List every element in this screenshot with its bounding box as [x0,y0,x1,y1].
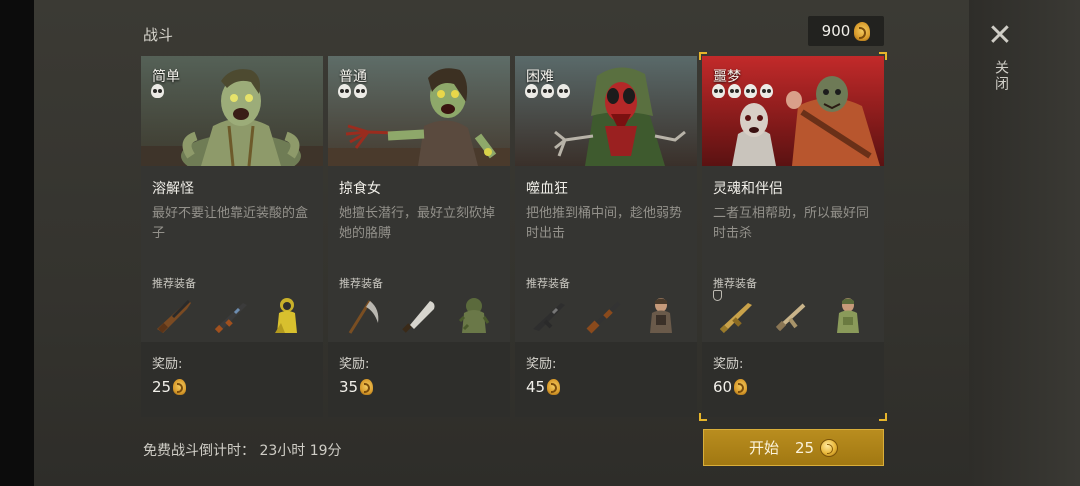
enemy-card-easy[interactable]: 简单 溶解怪 最好不要让他靠近装酸的盒子 推荐装备 奖励: 25 [141,56,323,417]
gold-rifle-icon [710,292,762,338]
skull-icon [338,84,351,98]
reward-amount: 35 [339,378,359,396]
reward-label: 奖励: [152,357,183,372]
enemy-description: 最好不要让他靠近装酸的盒子 [152,206,309,241]
recommended-equipment-label: 推荐装备 [713,277,757,290]
enemy-name: 掠食女 [339,181,381,197]
difficulty-skulls [151,84,164,98]
enemy-name: 溶解怪 [152,181,194,197]
ear-currency-icon [360,379,374,395]
difficulty-label: 简单 [152,69,180,85]
skull-icon [151,84,164,98]
page-title: 战斗 [143,26,174,44]
difficulty-label: 普通 [339,69,367,85]
skull-icon [525,84,538,98]
hazmat-soldier-icon [261,292,313,338]
reward-amount: 25 [152,378,172,396]
shotgun-icon [579,292,631,338]
ear-currency-icon [734,379,748,395]
rifle-icon [149,292,201,338]
skull-icon [541,84,554,98]
ear-currency-icon [854,21,871,41]
recommended-equipment-label: 推荐装备 [339,277,383,290]
left-edge [0,0,34,486]
enemy-name: 灵魂和伴侣 [713,181,783,197]
skull-icon [728,84,741,98]
enemy-description: 她擅长潜行，最好立刻砍掉她的胳膊 [339,206,496,241]
scythe-icon [336,292,388,338]
ghillie-soldier-icon [448,292,500,338]
reward-amount: 60 [713,378,733,396]
equipment-row [149,292,319,338]
skull-icon [760,84,773,98]
card-body: 噬血狂 把他推到桶中间，趁他弱势时出击 推荐装备 [515,166,697,342]
ear-currency-icon [173,379,187,395]
free-battle-countdown: 免费战斗倒计时： 23小时 19分 [143,440,342,460]
enemy-description: 二者互相帮助，所以最好同时击杀 [713,206,870,241]
ear-currency-icon [547,379,561,395]
selection-corner [879,413,887,421]
card-body: 溶解怪 最好不要让他靠近装酸的盒子 推荐装备 [141,166,323,342]
machete-icon [392,292,444,338]
reward-label: 奖励: [526,357,557,372]
assault-rifle-icon [205,292,257,338]
difficulty-skulls [525,84,570,98]
difficulty-skulls [338,84,367,98]
close-button[interactable]: ✕ [986,21,1014,51]
skull-icon [557,84,570,98]
right-strip [969,0,1080,486]
reward-amount: 45 [526,378,546,396]
reward-value: 60 [713,378,748,396]
currency-display: 900 [808,16,884,46]
difficulty-label: 噩梦 [713,69,741,85]
countdown-value: 23小时 19分 [259,443,342,459]
difficulty-skulls [712,84,773,98]
coin-icon [820,438,839,457]
start-label: 开始 [748,439,779,457]
reward-label: 奖励: [339,357,370,372]
equipment-row [336,292,506,338]
start-button[interactable]: 开始 25 [703,429,884,466]
assault-rifle-icon [523,292,575,338]
reward-value: 25 [152,378,187,396]
skull-icon [354,84,367,98]
difficulty-label: 困难 [526,69,554,85]
enemy-card-hard[interactable]: 困难 噬血狂 把他推到桶中间，趁他弱势时出击 推荐装备 奖励: 45 [515,56,697,417]
card-body: 灵魂和伴侣 二者互相帮助，所以最好同时击杀 推荐装备 [702,166,884,342]
armored-soldier-icon [635,292,687,338]
skull-icon [744,84,757,98]
selection-corner [699,413,707,421]
enemy-name: 噬血狂 [526,181,568,197]
smg-icon [766,292,818,338]
enemy-card-nightmare[interactable]: 噩梦 灵魂和伴侣 二者互相帮助，所以最好同时击杀 推荐装备 奖励: 60 [699,52,887,421]
camo-soldier-icon [822,292,874,338]
recommended-equipment-label: 推荐装备 [526,277,570,290]
close-label[interactable]: 关闭 [991,60,1011,92]
currency-amount: 900 [821,22,851,40]
enemy-card-normal[interactable]: 普通 掠食女 她擅长潜行，最好立刻砍掉她的胳膊 推荐装备 奖励: 35 [328,56,510,417]
equipment-row [710,292,880,338]
card-body: 掠食女 她擅长潜行，最好立刻砍掉她的胳膊 推荐装备 [328,166,510,342]
start-cost: 25 [794,438,815,457]
equipment-row [523,292,693,338]
recommended-equipment-label: 推荐装备 [152,277,196,290]
enemy-description: 把他推到桶中间，趁他弱势时出击 [526,206,683,241]
skull-icon [712,84,725,98]
reward-value: 35 [339,378,374,396]
countdown-label: 免费战斗倒计时： [143,443,255,459]
reward-value: 45 [526,378,561,396]
reward-label: 奖励: [713,357,744,372]
